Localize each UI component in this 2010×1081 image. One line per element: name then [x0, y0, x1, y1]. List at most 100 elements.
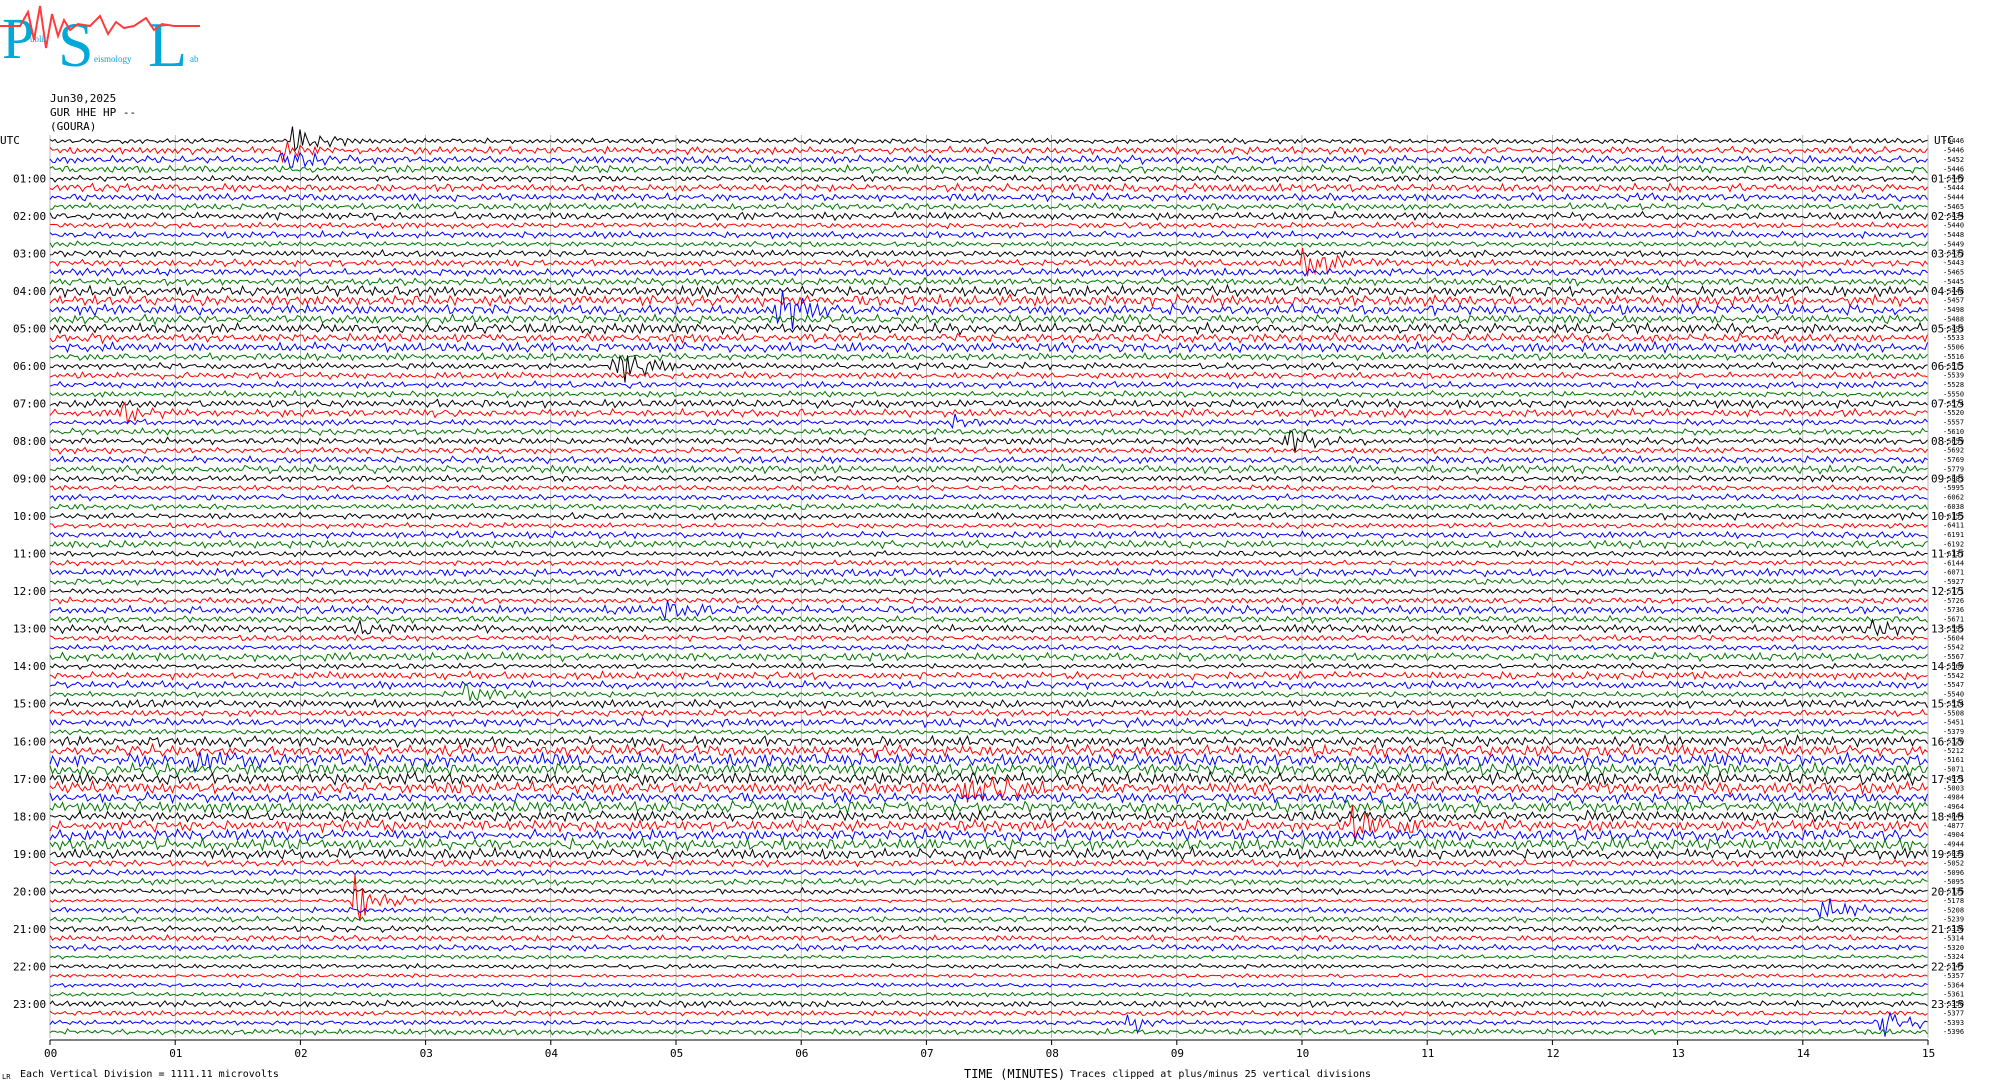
trace-9: [49, 221, 1928, 230]
x-tick-label: 00: [44, 1047, 57, 1060]
trace-41: [49, 521, 1928, 530]
left-tick-label: 22:00: [13, 960, 46, 973]
left-axis-label: UTC: [0, 134, 20, 147]
trace-29: [49, 401, 1928, 425]
left-tick-label: 23:00: [13, 998, 46, 1011]
trace-offset-label: -4904: [1943, 831, 1964, 839]
trace-10: [49, 229, 1928, 240]
left-tick-label: 07:00: [13, 398, 46, 411]
trace-30: [49, 413, 1928, 430]
x-tick-label: 14: [1797, 1047, 1811, 1060]
trace-offset-label: -5557: [1943, 419, 1964, 427]
trace-offset-label: -5506: [1943, 344, 1964, 352]
trace-offset-label: -5396: [1943, 1028, 1964, 1036]
trace-22: [49, 340, 1928, 354]
trace-31: [49, 427, 1928, 437]
trace-offset-label: -4984: [1943, 794, 1964, 802]
trace-89: [49, 972, 1928, 979]
trace-8: [49, 210, 1928, 222]
right-tick-label: 22:15: [1931, 960, 1964, 973]
x-tick-label: 06: [795, 1047, 808, 1060]
right-tick-label: 09:15: [1931, 473, 1964, 486]
trace-offset-label: -5528: [1943, 381, 1964, 389]
left-tick-label: 03:00: [13, 248, 46, 261]
trace-50: [49, 600, 1928, 621]
left-tick-label: 13:00: [13, 623, 46, 636]
x-tick-label: 02: [294, 1047, 307, 1060]
trace-85: [49, 933, 1928, 943]
trace-87: [49, 953, 1928, 961]
trace-offset-label: -5161: [1943, 756, 1964, 764]
x-tick-label: 03: [420, 1047, 433, 1060]
left-tick-label: 17:00: [13, 773, 46, 786]
x-tick-label: 11: [1421, 1047, 1434, 1060]
trace-offset-label: -5096: [1943, 869, 1964, 877]
trace-58: [49, 679, 1928, 691]
trace-40: [49, 511, 1928, 521]
trace-53: [49, 633, 1928, 643]
trace-51: [49, 614, 1928, 625]
trace-70: [49, 790, 1928, 806]
trace-37: [49, 484, 1928, 492]
trace-17: [49, 292, 1928, 309]
right-tick-label: 17:15: [1931, 773, 1964, 786]
trace-2: [49, 151, 1928, 168]
trace-33: [49, 446, 1928, 455]
trace-91: [49, 991, 1928, 998]
trace-44: [49, 549, 1928, 558]
trace-12: [49, 248, 1928, 259]
right-tick-label: 14:15: [1931, 660, 1964, 673]
trace-offset-label: -5208: [1943, 906, 1964, 914]
right-tick-label: 08:15: [1931, 435, 1964, 448]
trace-72: [49, 809, 1928, 823]
trace-16: [49, 283, 1928, 299]
left-tick-label: 11:00: [13, 548, 46, 561]
right-tick-label: 02:15: [1931, 210, 1964, 223]
trace-offset-label: -5736: [1943, 606, 1964, 614]
x-tick-label: 04: [545, 1047, 559, 1060]
right-tick-label: 15:15: [1931, 698, 1964, 711]
clip-note: Traces clipped at plus/minus 25 vertical…: [1070, 1069, 1372, 1080]
left-tick-label: 08:00: [13, 435, 46, 448]
trace-offset-label: -5452: [1943, 156, 1964, 164]
trace-88: [49, 962, 1928, 970]
trace-75: [49, 836, 1928, 853]
trace-90: [49, 981, 1928, 989]
trace-offset-label: -5465: [1943, 269, 1964, 277]
trace-3: [49, 163, 1928, 175]
trace-offset-label: -5393: [1943, 1019, 1964, 1027]
trace-offset-label: -5446: [1943, 147, 1964, 155]
x-tick-label: 10: [1296, 1047, 1309, 1060]
x-tick-label: 07: [920, 1047, 933, 1060]
trace-offset-label: -5542: [1943, 644, 1964, 652]
trace-offset-label: -5364: [1943, 981, 1964, 989]
trace-offset-label: -6071: [1943, 569, 1964, 577]
trace-27: [49, 389, 1928, 399]
left-tick-label: 20:00: [13, 885, 46, 898]
trace-14: [49, 267, 1928, 278]
right-tick-label: 19:15: [1931, 848, 1964, 861]
trace-71: [49, 798, 1928, 815]
right-tick-label: 20:15: [1931, 885, 1964, 898]
trace-5: [49, 182, 1928, 194]
trace-6: [49, 192, 1928, 203]
trace-offset-label: -5320: [1943, 944, 1964, 952]
trace-94: [49, 1010, 1928, 1037]
x-tick-label: 15: [1922, 1047, 1935, 1060]
right-tick-label: 06:15: [1931, 360, 1964, 373]
left-tick-label: 14:00: [13, 660, 46, 673]
trace-92: [49, 999, 1928, 1009]
trace-36: [49, 474, 1928, 483]
trace-60: [49, 697, 1928, 710]
trace-86: [49, 943, 1928, 952]
trace-56: [49, 662, 1928, 671]
left-tick-label: 21:00: [13, 923, 46, 936]
trace-4: [49, 174, 1928, 183]
trace-43: [49, 538, 1928, 550]
left-tick-label: 04:00: [13, 285, 46, 298]
left-tick-label: 05:00: [13, 323, 46, 336]
left-tick-label: 16:00: [13, 735, 46, 748]
trace-52: [49, 617, 1928, 637]
trace-18: [49, 290, 1928, 330]
trace-69: [49, 775, 1928, 803]
